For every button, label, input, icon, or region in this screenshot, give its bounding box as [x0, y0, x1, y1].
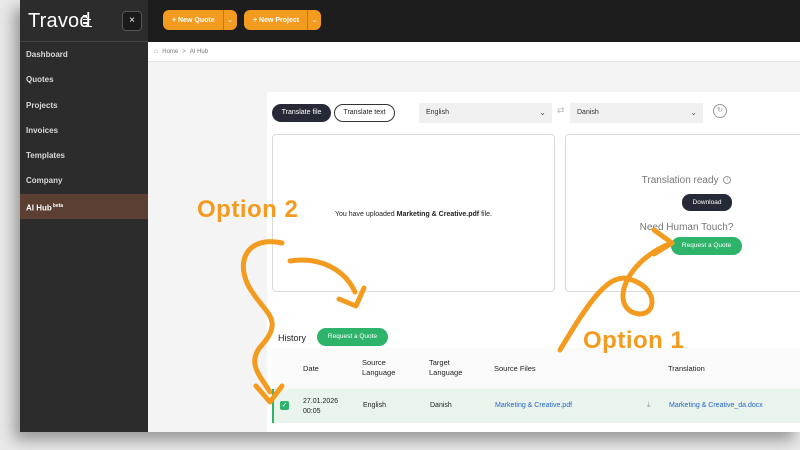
- uploaded-filename: Marketing & Creative.pdf: [396, 211, 480, 218]
- sidebar-item-label: AI Hub: [26, 203, 52, 213]
- column-translation: Translation: [668, 364, 705, 373]
- new-quote-button[interactable]: + New Quote ⌄: [163, 10, 237, 30]
- main-content: Translate file Translate text English ⌄ …: [148, 62, 800, 432]
- chevron-down-icon[interactable]: ⌄: [307, 10, 321, 30]
- history-table-header: Date Source Language Target Language Sou…: [272, 348, 800, 389]
- table-row[interactable]: ✓ 27.01.2026 00:05 English Danish Market…: [272, 389, 800, 423]
- sidebar-item-invoices[interactable]: Invoices: [20, 118, 148, 143]
- column-target-language: Target Language: [429, 358, 463, 377]
- tab-translate-text[interactable]: Translate text: [334, 104, 395, 122]
- row-target-language: Danish: [430, 402, 452, 409]
- sidebar-item-templates[interactable]: Templates: [20, 143, 148, 168]
- sidebar-item-label: Company: [26, 176, 63, 186]
- option1-annotation: Option 1: [583, 327, 685, 354]
- translation-file-link[interactable]: Marketing & Creative_da.docx: [669, 401, 763, 411]
- target-language-value: Danish: [577, 109, 599, 116]
- source-file-link[interactable]: Marketing & Creative.pdf: [495, 401, 572, 411]
- download-icon[interactable]: ⤓: [647, 400, 651, 410]
- ai-hub-card: Translate file Translate text English ⌄ …: [267, 92, 800, 432]
- sidebar-item-label: Quotes: [26, 75, 54, 85]
- close-sidebar-button[interactable]: ×: [122, 11, 142, 31]
- sidebar: Travod × Dashboard Quotes Projects Invoi…: [20, 0, 148, 432]
- sidebar-item-dashboard[interactable]: Dashboard: [20, 42, 148, 67]
- row-source-language: English: [363, 402, 386, 409]
- beta-badge: beta: [52, 202, 64, 209]
- sidebar-nav: Dashboard Quotes Projects Invoices Templ…: [20, 42, 148, 220]
- info-icon[interactable]: i: [723, 176, 732, 185]
- upload-message-suffix: file.: [479, 211, 492, 218]
- sidebar-item-ai-hub[interactable]: AI Hubbeta: [20, 193, 148, 220]
- breadcrumb-separator: >: [182, 48, 186, 55]
- sidebar-item-label: Templates: [26, 151, 65, 161]
- new-project-button[interactable]: + New Project ⌄: [244, 10, 322, 30]
- row-date: 27.01.2026: [303, 398, 339, 405]
- history-title: History: [278, 333, 307, 343]
- new-project-label[interactable]: + New Project: [244, 17, 307, 24]
- source-language-select[interactable]: English ⌄: [419, 103, 552, 123]
- breadcrumb-home[interactable]: Home: [162, 49, 178, 55]
- translation-ready-label: Translation ready: [641, 175, 719, 186]
- refresh-icon[interactable]: ↻: [713, 104, 727, 118]
- result-panel: Translation ready i Download Need Human …: [565, 134, 800, 292]
- new-quote-label[interactable]: + New Quote: [163, 17, 223, 24]
- sidebar-item-label: Dashboard: [26, 50, 68, 59]
- home-icon[interactable]: ⌂: [154, 48, 158, 55]
- tab-translate-file[interactable]: Translate file: [272, 104, 331, 122]
- row-checkbox[interactable]: ✓: [280, 401, 289, 410]
- human-touch-title: Need Human Touch?: [639, 222, 734, 233]
- chevron-down-icon[interactable]: ⌄: [222, 10, 237, 30]
- row-time: 00:05: [303, 408, 321, 415]
- chevron-down-icon: ⌄: [690, 108, 697, 117]
- sidebar-header: Travod ×: [20, 0, 148, 42]
- topbar: + New Quote ⌄ + New Project ⌄: [148, 0, 800, 42]
- upload-panel: You have uploaded Marketing & Creative.p…: [272, 134, 555, 292]
- translation-ready-title: Translation ready i: [566, 175, 800, 186]
- source-language-value: English: [426, 109, 449, 116]
- column-source-files: Source Files: [494, 364, 536, 373]
- swap-languages-icon[interactable]: ⇄: [557, 105, 565, 116]
- logo-mark-icon: [83, 15, 93, 29]
- sidebar-item-label: Invoices: [26, 125, 59, 135]
- upload-message-prefix: You have uploaded: [335, 211, 397, 218]
- request-quote-button-history[interactable]: Request a Quote: [317, 328, 388, 346]
- sidebar-item-company[interactable]: Company: [20, 168, 148, 193]
- breadcrumb-current: AI Hub: [189, 48, 209, 55]
- sidebar-item-quotes[interactable]: Quotes: [20, 67, 148, 92]
- upload-message: You have uploaded Marketing & Creative.p…: [273, 211, 554, 218]
- request-quote-button-result[interactable]: Request a Quote: [671, 237, 742, 255]
- sidebar-item-projects[interactable]: Projects: [20, 93, 148, 118]
- target-language-select[interactable]: Danish ⌄: [570, 103, 703, 123]
- logo: Travod: [28, 10, 91, 32]
- option2-annotation: Option 2: [197, 196, 299, 223]
- app-window: Travod × Dashboard Quotes Projects Invoi…: [20, 0, 800, 432]
- sidebar-item-label: Projects: [26, 100, 58, 110]
- column-date: Date: [303, 364, 319, 373]
- breadcrumb: ⌂ Home > AI Hub: [148, 42, 800, 62]
- chevron-down-icon: ⌄: [539, 108, 546, 117]
- column-source-language: Source Language: [362, 358, 396, 377]
- download-button[interactable]: Download: [682, 194, 732, 211]
